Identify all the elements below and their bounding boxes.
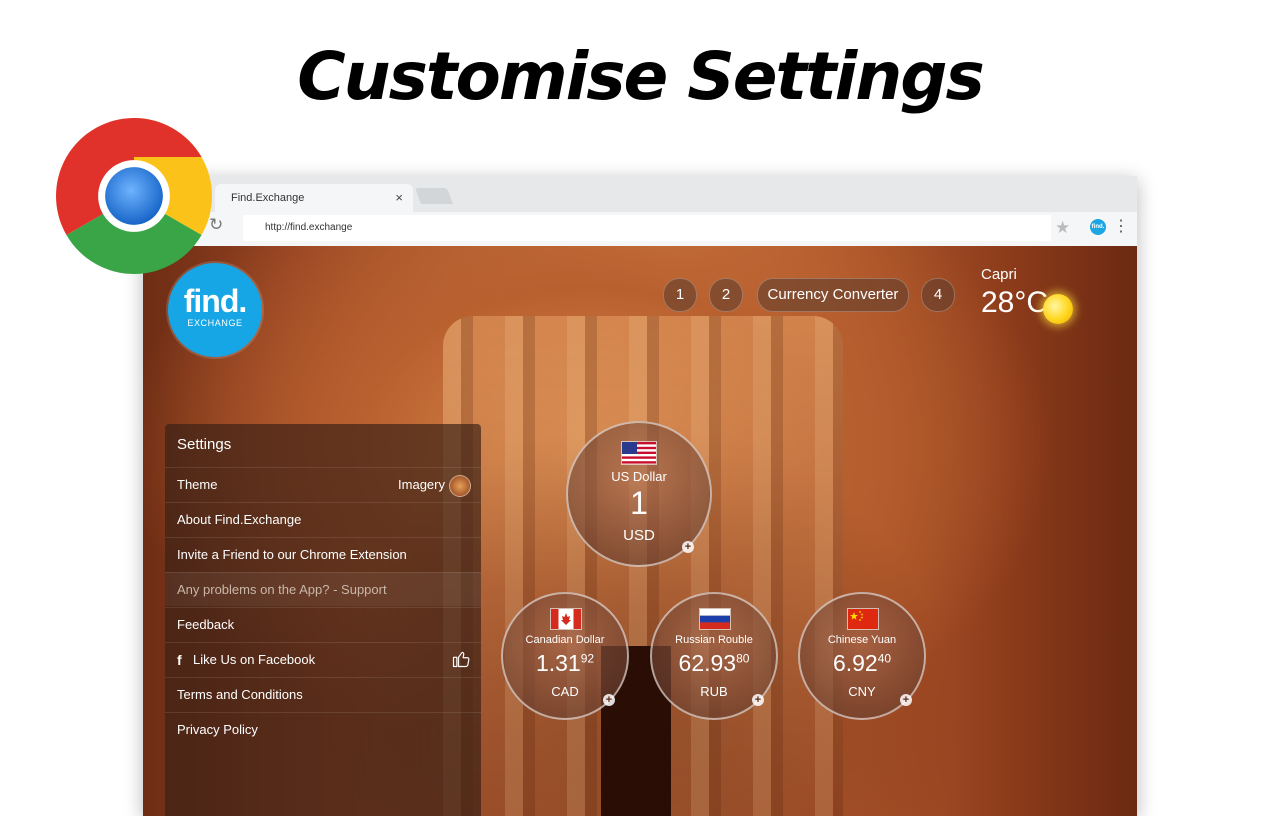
settings-like-facebook[interactable]: f Like Us on Facebook [165,642,481,676]
theme-value: Imagery [398,477,445,492]
currency-value-main: 62.93 [678,650,737,676]
theme-thumbnail-icon[interactable] [449,475,471,497]
settings-panel: Settings Theme Imagery About Find.Exchan… [165,424,481,816]
facebook-label: Like Us on Facebook [193,652,316,667]
add-currency-icon[interactable]: + [900,694,912,706]
currency-value-fraction: 40 [877,651,892,666]
nav-page-4[interactable]: 4 [921,278,955,312]
settings-invite-friend[interactable]: Invite a Friend to our Chrome Extension [165,537,481,571]
russia-flag-icon [699,608,731,630]
settings-about[interactable]: About Find.Exchange [165,502,481,536]
currency-value: 62.9380 [652,650,776,677]
add-currency-icon[interactable]: + [682,541,694,553]
chrome-logo-icon [56,118,212,274]
us-flag-icon [621,441,657,465]
currency-value: 6.9240 [800,650,924,677]
facebook-icon: f [177,652,182,668]
logo-sub: EXCHANGE [187,318,243,328]
browser-toolbar: ↻ http://find.exchange ★ find. ⋮ [143,212,1137,246]
nav-page-2[interactable]: 2 [709,278,743,312]
browser-tab[interactable]: Find.Exchange × [215,184,413,212]
tab-strip: Find.Exchange × [143,176,1137,212]
weather-temp: 28°C [981,286,1049,319]
currency-bubble-cad[interactable]: Canadian Dollar 1.3192 CAD + [501,592,629,720]
currency-bubble-rub[interactable]: Russian Rouble 62.9380 RUB + [650,592,778,720]
logo-word: find. [183,283,248,319]
nav-page-1[interactable]: 1 [663,278,697,312]
currency-value-fraction: 80 [736,651,750,666]
add-currency-icon[interactable]: + [603,694,615,706]
page-viewport: find. EXCHANGE 1 2 Currency Converter 4 … [143,246,1137,816]
settings-privacy[interactable]: Privacy Policy [165,712,481,746]
china-flag-icon [847,608,879,630]
currency-value: 1.3192 [503,650,627,677]
tab-title: Find.Exchange [231,192,305,204]
add-currency-icon[interactable]: + [752,694,764,706]
currency-value-main: 1.31 [535,650,581,676]
thumbs-up-icon [452,651,470,668]
browser-menu-icon[interactable]: ⋮ [1113,216,1129,236]
settings-title: Settings [177,436,232,453]
sun-icon [1043,294,1073,324]
currency-name: Russian Rouble [675,634,753,646]
settings-terms[interactable]: Terms and Conditions [165,677,481,711]
browser-window: Find.Exchange × ↻ http://find.exchange ★… [143,176,1137,816]
new-tab-button[interactable] [415,188,453,204]
currency-name: US Dollar [611,469,667,484]
currency-bubble-cny[interactable]: Chinese Yuan 6.9240 CNY + [798,592,926,720]
settings-feedback[interactable]: Feedback [165,607,481,641]
currency-bubble-usd[interactable]: US Dollar 1 USD + [566,421,712,567]
weather-city: Capri [981,266,1017,283]
settings-theme-row[interactable]: Theme Imagery [165,467,481,501]
nav-currency-converter[interactable]: Currency Converter [757,278,909,312]
find-exchange-logo[interactable]: find. EXCHANGE [168,263,262,357]
page-headline: Customise Settings [297,38,985,115]
canada-flag-icon [550,608,582,630]
tab-close-icon[interactable]: × [395,190,403,205]
theme-label: Theme [177,477,218,492]
currency-value-main: 6.92 [832,650,878,676]
settings-support[interactable]: Any problems on the App? - Support [165,572,481,606]
address-bar[interactable]: http://find.exchange [243,215,1051,241]
currency-name: Canadian Dollar [525,634,605,646]
currency-value-fraction: 92 [580,651,595,666]
find-extension-icon[interactable]: find. [1090,219,1106,235]
bookmark-star-icon[interactable]: ★ [1055,218,1070,238]
currency-name: Chinese Yuan [827,634,897,646]
currency-value: 1 [630,485,648,521]
